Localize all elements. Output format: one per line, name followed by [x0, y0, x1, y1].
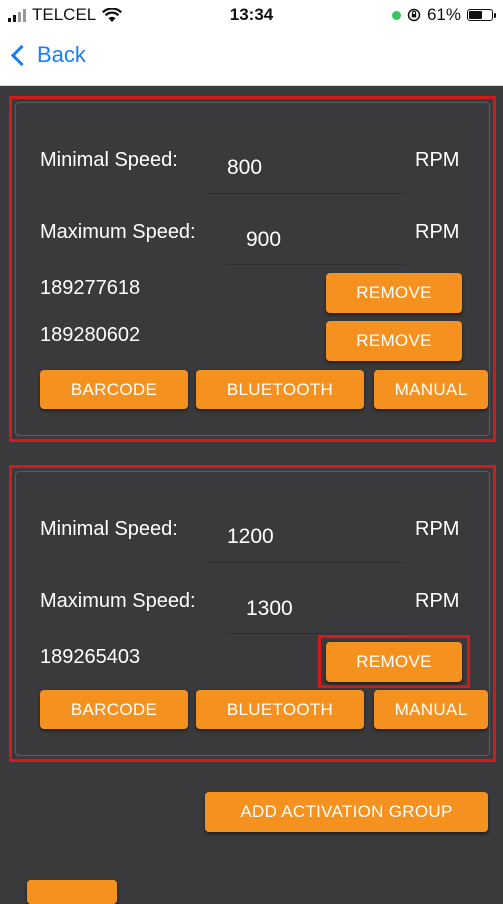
- remove-button[interactable]: REMOVE: [326, 321, 462, 361]
- orientation-lock-icon: [407, 8, 421, 22]
- min-speed-label: Minimal Speed:: [40, 149, 178, 171]
- device-id: 189280602: [40, 324, 141, 346]
- back-button[interactable]: Back: [10, 42, 86, 68]
- min-speed-input[interactable]: 1200: [227, 525, 274, 549]
- bluetooth-button[interactable]: BLUETOOTH: [196, 690, 364, 729]
- min-speed-underline: [205, 562, 405, 563]
- battery-icon: [467, 9, 496, 21]
- device-id: 189265403: [40, 646, 141, 668]
- min-speed-unit: RPM: [415, 149, 460, 171]
- max-speed-unit: RPM: [415, 590, 460, 612]
- min-speed-underline: [205, 193, 405, 194]
- battery-fill: [469, 11, 482, 19]
- max-speed-label: Maximum Speed:: [40, 590, 196, 612]
- battery-percent: 61%: [426, 5, 461, 24]
- remove-button[interactable]: REMOVE: [326, 642, 462, 682]
- min-speed-unit: RPM: [415, 518, 460, 540]
- chevron-left-icon: [10, 44, 33, 66]
- back-label: Back: [37, 42, 86, 67]
- min-speed-label: Minimal Speed:: [40, 518, 178, 540]
- bluetooth-button[interactable]: BLUETOOTH: [196, 370, 364, 409]
- max-speed-label: Maximum Speed:: [40, 221, 196, 243]
- device-id: 189277618: [40, 277, 141, 299]
- barcode-button[interactable]: BARCODE: [40, 690, 188, 729]
- manual-button[interactable]: MANUAL: [374, 690, 488, 729]
- barcode-button[interactable]: BARCODE: [40, 370, 188, 409]
- active-indicator-icon: [391, 10, 401, 20]
- max-speed-unit: RPM: [415, 221, 460, 243]
- remove-button[interactable]: REMOVE: [326, 273, 462, 313]
- max-speed-underline: [225, 633, 405, 634]
- navigation-bar: Back: [0, 30, 503, 86]
- max-speed-input[interactable]: 1300: [246, 597, 293, 621]
- add-activation-group-button[interactable]: ADD ACTIVATION GROUP: [205, 792, 488, 832]
- max-speed-underline: [225, 264, 405, 265]
- status-right: 61%: [391, 5, 496, 25]
- max-speed-input[interactable]: 900: [246, 228, 281, 252]
- min-speed-input[interactable]: 800: [227, 156, 262, 180]
- status-bar: TELCEL 13:34 61%: [0, 0, 503, 30]
- bottom-button[interactable]: [27, 880, 117, 904]
- manual-button[interactable]: MANUAL: [374, 370, 488, 409]
